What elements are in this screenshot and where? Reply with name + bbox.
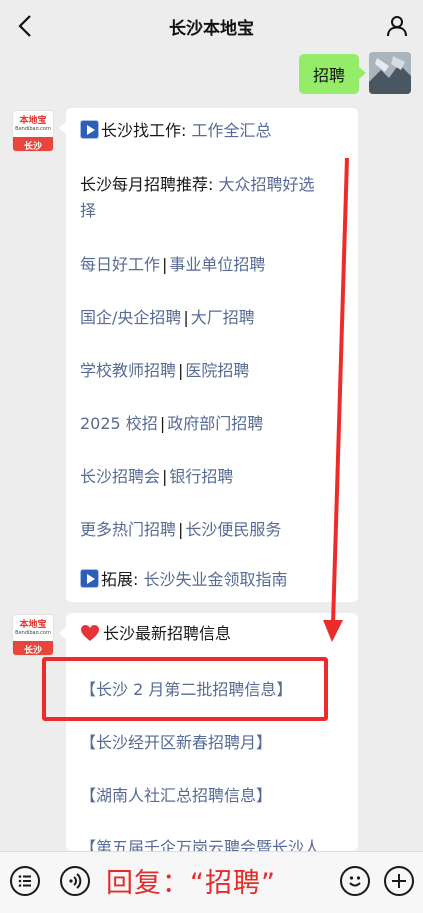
link-citizen-services[interactable]: 长沙便民服务 <box>185 520 281 539</box>
line-soe-jobs: 国企/央企招聘 | 大厂招聘 <box>80 308 255 327</box>
chevron-left-icon <box>18 15 31 37</box>
line-job-fair: 长沙招聘会 | 银行招聘 <box>80 467 234 486</box>
user-avatar[interactable] <box>369 52 411 94</box>
line-more-jobs: 更多热门招聘 | 长沙便民服务 <box>80 520 282 539</box>
outgoing-message: 招聘 <box>298 52 411 94</box>
link-all-jobs[interactable]: 工作全汇总 <box>191 121 271 140</box>
link-daily-jobs[interactable]: 每日好工作 <box>80 255 160 274</box>
link-campus-jobs[interactable]: 2025 校招 <box>80 414 158 433</box>
link-big-company[interactable]: 大厂招聘 <box>191 308 255 327</box>
latest-jobs-title: 长沙最新招聘信息 <box>80 621 348 647</box>
reply-instruction: 回复：“招聘” <box>106 868 276 899</box>
avatar-city: 长沙 <box>13 137 53 151</box>
bot-avatar[interactable]: 本地宝 Bendibao.com 长沙 <box>12 110 54 152</box>
chat-title: 长沙本地宝 <box>169 18 254 39</box>
link-more-jobs[interactable]: 更多热门招聘 <box>80 520 176 539</box>
voice-button[interactable] <box>60 866 90 896</box>
person-icon <box>387 16 407 37</box>
link-teacher-jobs[interactable]: 学校教师招聘 <box>80 361 176 380</box>
plus-icon <box>392 874 406 888</box>
link-soe-jobs[interactable]: 国企/央企招聘 <box>80 308 181 327</box>
bot-avatar[interactable]: 本地宝 Bendibao.com 长沙 <box>12 614 54 656</box>
emoji-icon <box>349 876 361 887</box>
line-daily-jobs: 每日好工作 | 事业单位招聘 <box>80 255 266 274</box>
line-find-job: 长沙找工作: 工作全汇总 <box>80 118 348 144</box>
link-hospital-jobs[interactable]: 医院招聘 <box>185 361 249 380</box>
play-icon <box>80 569 99 588</box>
line-teacher-jobs: 学校教师招聘 | 医院招聘 <box>80 361 250 380</box>
link-job-fair[interactable]: 长沙招聘会 <box>80 467 160 486</box>
link-dazhong-jobs-cont[interactable]: 择 <box>80 201 96 220</box>
avatar-domain: Bendibao.com <box>15 629 51 636</box>
heart-icon <box>81 625 99 641</box>
link-dazhong-jobs[interactable]: 大众招聘好选 <box>218 175 314 194</box>
job-item-link[interactable]: 【湖南人社汇总招聘信息】 <box>80 783 348 809</box>
play-icon <box>80 120 99 139</box>
link-public-institution[interactable]: 事业单位招聘 <box>169 255 265 274</box>
bottom-input-bar: 回复：“招聘” <box>0 851 423 913</box>
link-bank-jobs[interactable]: 银行招聘 <box>169 467 233 486</box>
emoji-button[interactable] <box>340 866 370 896</box>
line-extension: 拓展: 长沙失业金领取指南 <box>80 567 348 593</box>
line-monthly-recommend: 长沙每月招聘推荐: 大众招聘好选 <box>80 175 315 194</box>
menu-toggle-button[interactable] <box>10 866 40 896</box>
outgoing-bubble[interactable]: 招聘 <box>298 54 367 94</box>
back-button[interactable] <box>10 10 40 42</box>
link-unemployment-guide[interactable]: 长沙失业金领取指南 <box>143 570 287 589</box>
avatar-city: 长沙 <box>13 641 53 655</box>
line-monthly-recommend-wrap: 择 <box>80 198 348 224</box>
avatar-brand: 本地宝 <box>19 115 47 126</box>
avatar-image <box>369 52 411 94</box>
chat-header: 长沙本地宝 <box>0 0 423 52</box>
more-button[interactable] <box>384 866 414 896</box>
menu-message-bubble: 长沙找工作: 工作全汇总 长沙每月招聘推荐: 大众招聘好选 择 每日好工作 | 事业… <box>59 108 358 602</box>
voice-icon <box>69 873 82 889</box>
link-government-jobs[interactable]: 政府部门招聘 <box>167 414 263 433</box>
latest-jobs-bubble: 长沙最新招聘信息 【长沙 2 月第二批招聘信息】 【长沙经开区新春招聘月】 【湖… <box>59 613 358 857</box>
profile-button[interactable] <box>383 12 411 40</box>
avatar-domain: Bendibao.com <box>15 125 51 132</box>
avatar-brand: 本地宝 <box>19 619 47 630</box>
highlight-box <box>42 657 328 721</box>
job-item-link[interactable]: 【长沙经开区新春招聘月】 <box>80 730 348 756</box>
list-icon <box>18 875 31 887</box>
line-campus-jobs: 2025 校招 | 政府部门招聘 <box>80 414 264 433</box>
